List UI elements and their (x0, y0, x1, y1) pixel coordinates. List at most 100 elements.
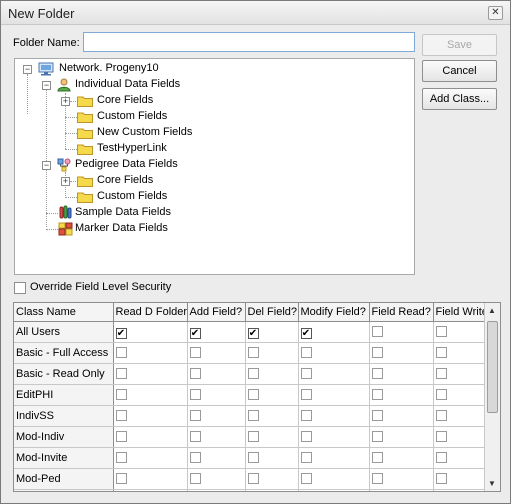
collapse-icon[interactable]: − (23, 65, 32, 74)
permission-checkbox[interactable] (247, 346, 259, 358)
table-row[interactable]: All Users ✔ ✔ ✔ ✔ (14, 321, 487, 343)
permission-checkbox[interactable] (300, 346, 312, 358)
table-row[interactable]: Mod-Indiv (14, 426, 487, 448)
permission-checkbox[interactable] (115, 430, 127, 442)
permission-checkbox[interactable] (435, 430, 447, 442)
permission-checkbox[interactable] (371, 325, 383, 337)
column-header[interactable]: Add Field? (187, 303, 246, 322)
permission-checkbox[interactable] (189, 451, 201, 463)
permission-checkbox[interactable] (435, 388, 447, 400)
tree-node-individual-new-custom[interactable]: New Custom Fields (59, 125, 209, 141)
permission-checkbox[interactable] (435, 346, 447, 358)
table-row[interactable]: Basic - Read Only (14, 363, 487, 385)
folder-tree[interactable]: − Network. Progeny10 − Individual Data F… (14, 58, 415, 275)
permission-checkbox[interactable] (300, 430, 312, 442)
tree-node-marker[interactable]: Marker Data Fields (40, 221, 240, 237)
tree-node-individual-testhyperlink[interactable]: TestHyperLink (59, 141, 209, 157)
column-header[interactable]: Del Field? (245, 303, 299, 322)
checked-checkbox[interactable]: ✔ (300, 327, 312, 339)
collapse-icon[interactable]: − (42, 81, 51, 90)
permission-checkbox[interactable] (247, 472, 259, 484)
column-header[interactable]: Class Name (14, 303, 114, 322)
permission-checkbox[interactable] (371, 409, 383, 421)
scroll-up-icon[interactable]: ▲ (488, 306, 496, 315)
permission-checkbox[interactable] (189, 472, 201, 484)
permission-checkbox[interactable] (115, 451, 127, 463)
permission-checkbox[interactable] (115, 409, 127, 421)
permission-checkbox[interactable] (189, 430, 201, 442)
permission-checkbox[interactable] (247, 388, 259, 400)
permission-checkbox[interactable] (435, 325, 447, 337)
permission-checkbox[interactable] (435, 451, 447, 463)
checked-checkbox[interactable]: ✔ (115, 327, 127, 339)
scroll-thumb[interactable] (487, 321, 498, 413)
permission-checkbox[interactable] (189, 346, 201, 358)
permission-cell (433, 426, 487, 448)
permission-checkbox[interactable] (371, 472, 383, 484)
table-row[interactable]: Basic - Full Access (14, 342, 487, 364)
permission-checkbox[interactable] (300, 367, 312, 379)
tree-node-individual-label: Individual Data Fields (75, 78, 181, 90)
vertical-scrollbar[interactable]: ▲ ▼ (484, 303, 500, 491)
column-header[interactable]: Read D Folder (113, 303, 188, 322)
permission-checkbox[interactable] (247, 430, 259, 442)
tree-node-sample[interactable]: Sample Data Fields (40, 205, 240, 221)
permission-checkbox[interactable] (115, 388, 127, 400)
expand-icon[interactable]: + (61, 177, 70, 186)
permission-checkbox[interactable] (371, 430, 383, 442)
permission-cell (369, 384, 434, 406)
save-button[interactable]: Save (422, 34, 497, 56)
permission-checkbox[interactable] (115, 346, 127, 358)
permission-checkbox[interactable] (247, 451, 259, 463)
tree-node-pedigree[interactable]: − Pedigree Data Fields (40, 157, 240, 173)
permission-checkbox[interactable] (371, 367, 383, 379)
tree-node-pedigree-core[interactable]: + Core Fields (59, 173, 209, 189)
permission-checkbox[interactable] (435, 409, 447, 421)
permission-checkbox[interactable] (371, 388, 383, 400)
folder-name-input[interactable] (83, 32, 415, 52)
permission-checkbox[interactable] (371, 346, 383, 358)
tree-node-root[interactable]: − Network. Progeny10 (21, 61, 221, 77)
table-row[interactable]: IndivSS (14, 405, 487, 427)
scroll-down-icon[interactable]: ▼ (488, 479, 496, 488)
tree-node-label: Core Fields (97, 94, 154, 106)
title-bar[interactable]: New Folder ✕ (1, 1, 510, 25)
permission-checkbox[interactable] (189, 409, 201, 421)
permission-checkbox[interactable] (435, 472, 447, 484)
permission-checkbox[interactable] (300, 409, 312, 421)
collapse-icon[interactable]: − (42, 161, 51, 170)
tree-node-individual[interactable]: − Individual Data Fields (40, 77, 240, 93)
add-class-button[interactable]: Add Class... (422, 88, 497, 110)
table-row[interactable]: ProgAdmin (14, 489, 487, 491)
permission-checkbox[interactable] (115, 472, 127, 484)
permission-checkbox[interactable] (300, 472, 312, 484)
override-checkbox-box[interactable] (14, 282, 26, 294)
permission-checkbox[interactable] (247, 409, 259, 421)
permission-cell (245, 447, 299, 469)
permission-cell (245, 426, 299, 448)
close-icon[interactable]: ✕ (488, 6, 503, 20)
tree-node-label: Custom Fields (97, 110, 168, 122)
checked-checkbox[interactable]: ✔ (247, 327, 259, 339)
table-row[interactable]: Mod-Ped (14, 468, 487, 490)
permission-checkbox[interactable] (247, 367, 259, 379)
permission-checkbox[interactable] (189, 388, 201, 400)
permission-checkbox[interactable] (300, 388, 312, 400)
permissions-grid[interactable]: Class Name Read D Folder Add Field? Del Fie… (13, 302, 501, 492)
expand-icon[interactable]: + (61, 97, 70, 106)
permission-checkbox[interactable] (115, 367, 127, 379)
table-row[interactable]: Mod-Invite (14, 447, 487, 469)
cancel-button[interactable]: Cancel (422, 60, 497, 82)
tree-node-individual-core[interactable]: + Core Fields (59, 93, 209, 109)
permission-checkbox[interactable] (435, 367, 447, 379)
table-row[interactable]: EditPHI (14, 384, 487, 406)
permission-checkbox[interactable] (371, 451, 383, 463)
permission-checkbox[interactable] (300, 451, 312, 463)
column-header[interactable]: Modify Field? (298, 303, 370, 322)
column-header[interactable]: Field Read? (369, 303, 434, 322)
tree-node-pedigree-custom[interactable]: Custom Fields (59, 189, 209, 205)
permission-checkbox[interactable] (189, 367, 201, 379)
column-header[interactable]: Field Write (433, 303, 487, 322)
checked-checkbox[interactable]: ✔ (189, 327, 201, 339)
tree-node-individual-custom[interactable]: Custom Fields (59, 109, 209, 125)
